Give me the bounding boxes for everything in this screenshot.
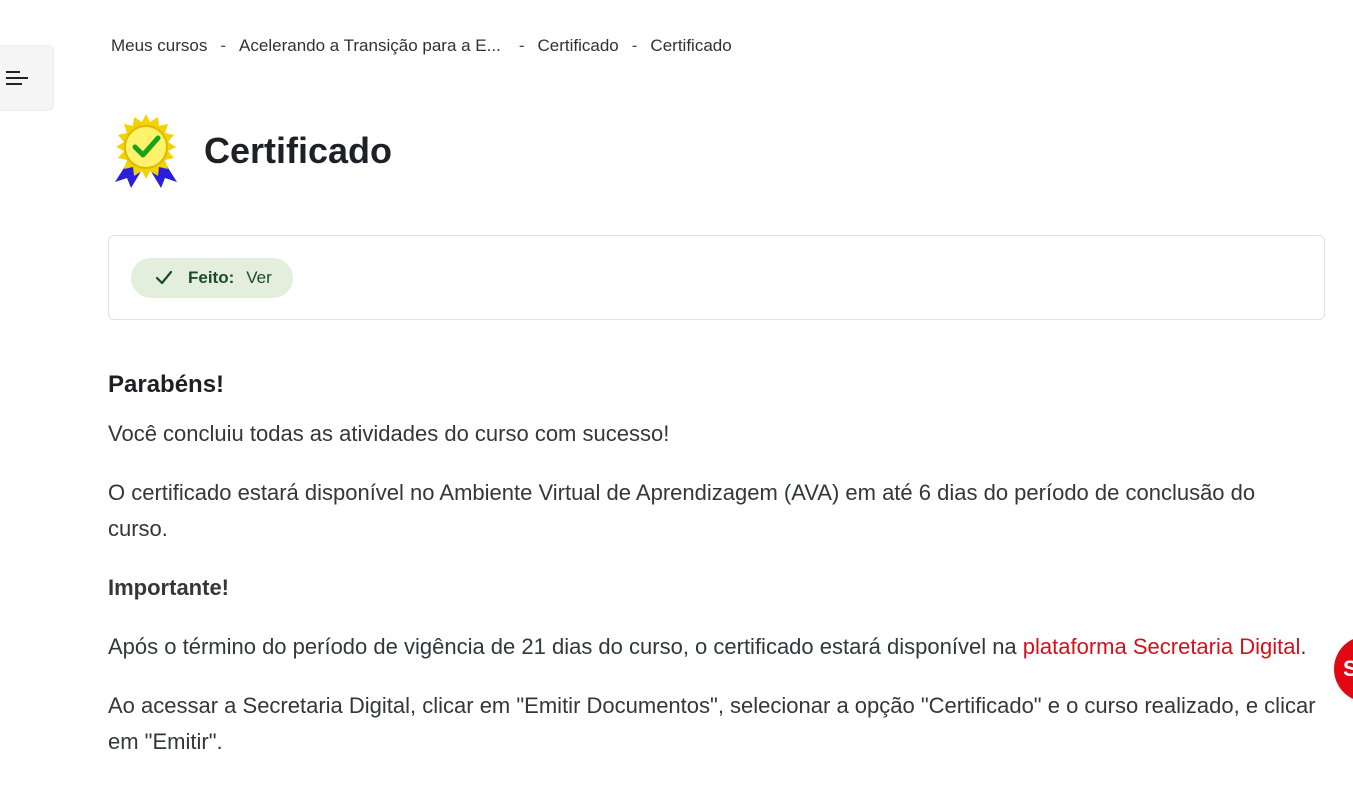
completion-status-badge[interactable]: Feito: Ver [131,258,293,298]
menu-lines-icon [5,71,28,85]
course-index-toggle-button[interactable] [0,45,54,111]
breadcrumb: Meus cursos - Acelerando a Transição par… [111,36,732,56]
congratulations-heading: Parabéns! [108,371,225,398]
secretaria-digital-link[interactable]: plataforma Secretaria Digital [1023,634,1301,659]
completion-value: Ver [246,268,272,287]
breadcrumb-item-current: Certificado [650,36,732,55]
breadcrumb-item-meus-cursos[interactable]: Meus cursos [111,36,207,56]
breadcrumb-item-course[interactable]: Acelerando a Transição para a E... [239,36,501,56]
page-title: Certificado [204,130,393,171]
completion-message: Você concluiu todas as atividades do cur… [108,421,670,446]
completion-info-box: Feito: Ver [108,235,1325,320]
availability-message: O certificado estará disponível no Ambie… [108,480,1256,541]
breadcrumb-item-section[interactable]: Certificado [537,36,618,56]
completion-label: Feito: [188,268,235,287]
breadcrumb-separator: - [518,36,525,55]
emission-instructions: Ao acessar a Secretaria Digital, clicar … [108,693,1316,754]
important-label: Importante! [108,575,229,600]
floating-help-button[interactable]: S [1334,636,1353,702]
award-badge-icon [115,114,177,188]
breadcrumb-separator: - [631,36,638,55]
breadcrumb-separator: - [220,36,227,55]
checkmark-icon [155,270,173,286]
page-header: Certificado [107,112,392,190]
certificate-content: Parabéns! Você concluiu todas as ativida… [108,368,1318,783]
secretaria-message: Após o término do período de vigência de… [108,634,1307,659]
